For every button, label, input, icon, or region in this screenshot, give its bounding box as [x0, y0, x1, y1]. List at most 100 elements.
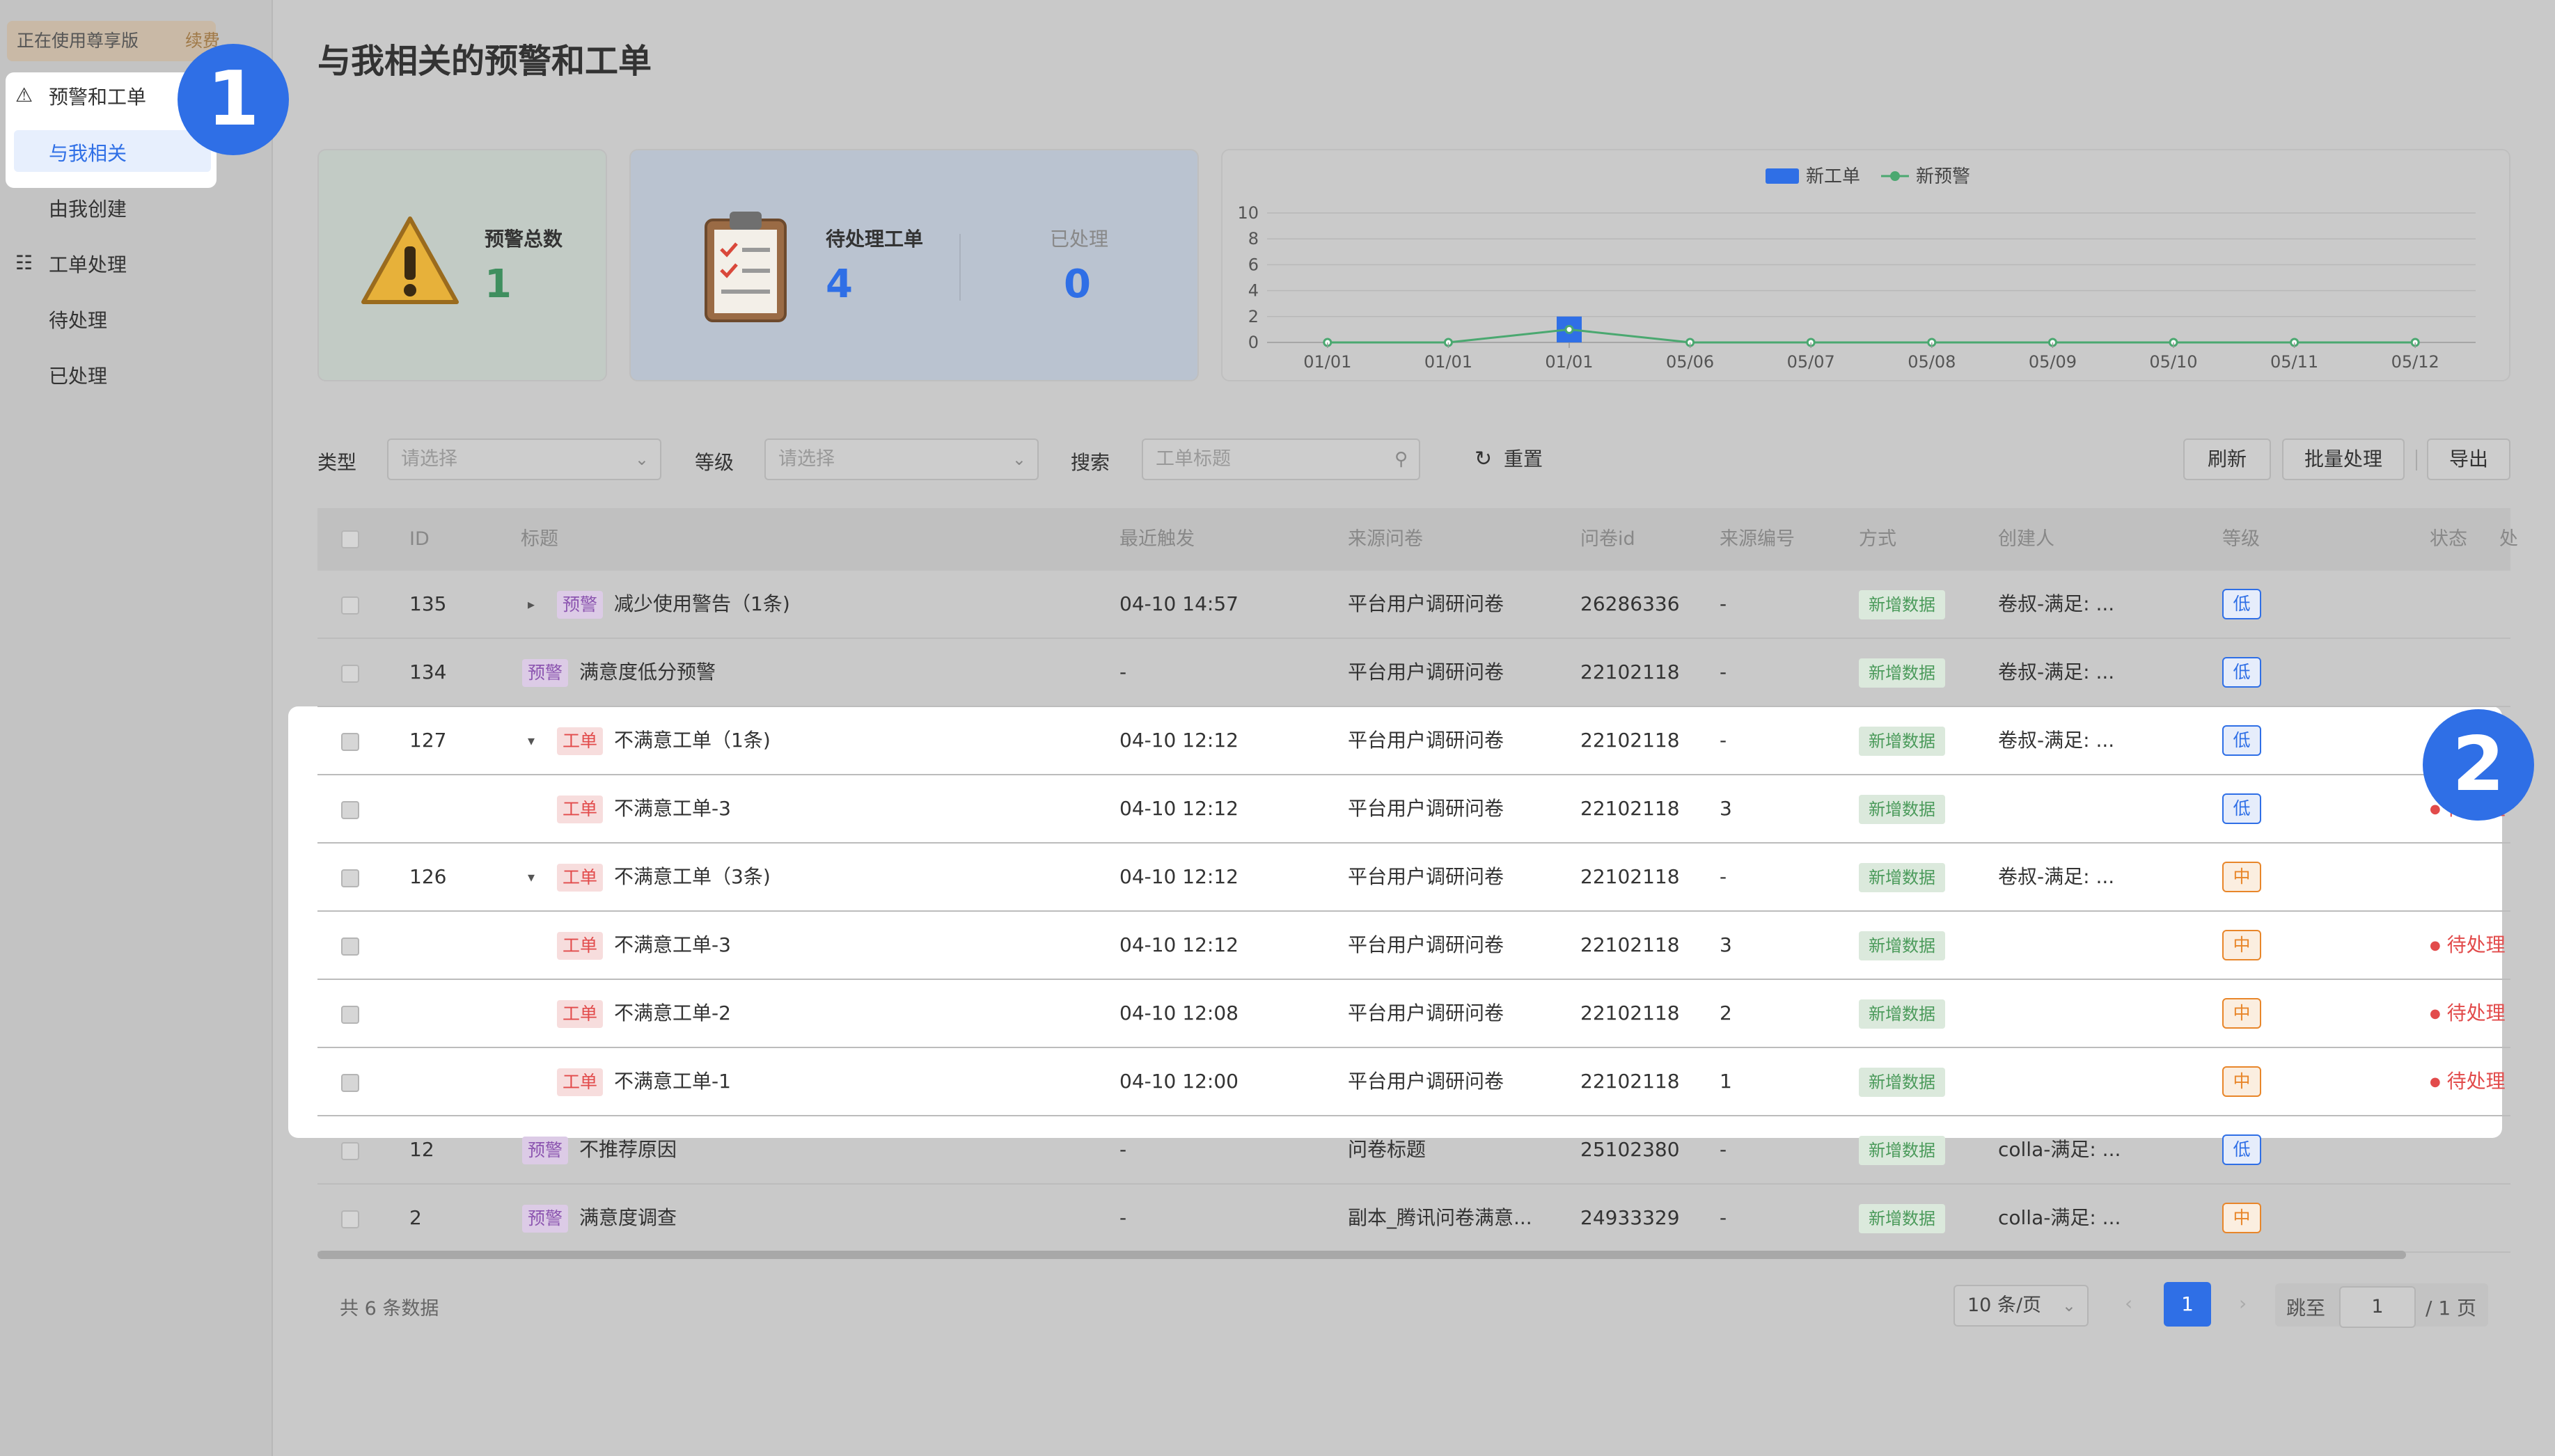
cell-source-no: 1 [1720, 1070, 1732, 1093]
col-survey-id: 问卷id [1580, 528, 1635, 550]
title-text: 满意度调查 [579, 1206, 677, 1229]
table-row[interactable]: 12 预警 不推荐原因 - 问卷标题 25102380 - 新增数据 colla-满足: ...… [317, 1116, 2510, 1185]
type-select-placeholder: 请选择 [401, 448, 457, 470]
menu-item-done[interactable]: 已处理 [49, 361, 107, 389]
row-checkbox[interactable] [341, 869, 359, 887]
cell-title[interactable]: 预警 满意度低分预警 [522, 639, 716, 706]
next-page-icon[interactable]: › [2239, 1292, 2247, 1315]
caret-down-icon[interactable]: ▾ [528, 707, 535, 774]
menu-item-created[interactable]: 由我创建 [49, 194, 127, 222]
refresh-cycle-icon: ↻ [1475, 447, 1493, 471]
y-tick-label: 6 [1248, 255, 1259, 274]
menu-item-related[interactable]: 与我相关 [49, 139, 127, 166]
way-tag: 新增数据 [1859, 658, 1945, 688]
cell-source-survey: 副本_腾讯问卷满意... [1348, 1206, 1532, 1229]
x-tick-label: 05/06 [1666, 352, 1714, 372]
table-row[interactable]: 工单 不满意工单-3 04-10 12:12 平台用户调研问卷 22102118 3 新增数… [317, 912, 2510, 980]
table-row[interactable]: 工单 不满意工单-2 04-10 12:08 平台用户调研问卷 22102118 2 新增数… [317, 980, 2510, 1048]
pending-orders-label: 待处理工单 [826, 228, 924, 251]
cell-title[interactable]: 预警 减少使用警告（1条) [557, 571, 790, 638]
table-row[interactable]: 127 ▾ 工单 不满意工单（1条) 04-10 12:12 平台用户调研问卷 221021… [317, 707, 2510, 775]
cell-title[interactable]: 工单 不满意工单-3 [557, 775, 731, 842]
clipboard-icon [705, 212, 787, 322]
row-checkbox[interactable] [341, 801, 359, 819]
col-id: ID [409, 528, 430, 550]
row-checkbox[interactable] [341, 733, 359, 751]
refresh-button[interactable]: 刷新 [2183, 438, 2271, 480]
col-source-no: 来源编号 [1720, 528, 1795, 550]
row-checkbox[interactable] [341, 1006, 359, 1024]
search-input[interactable]: 工单标题 ⚲ [1142, 438, 1420, 480]
cell-source-no: 3 [1720, 933, 1732, 956]
caret-down-icon[interactable]: ▾ [528, 844, 535, 910]
edition-label: 正在使用尊享版 [17, 31, 139, 51]
line-new-alert [1327, 328, 2416, 344]
menu-item-pending[interactable]: 待处理 [49, 306, 107, 333]
page-1-button[interactable]: 1 [2164, 1282, 2211, 1327]
cell-source-no: - [1720, 592, 1727, 615]
row-checkbox[interactable] [341, 937, 359, 956]
way-tag: 新增数据 [1859, 863, 1945, 892]
title-text: 减少使用警告（1条) [614, 592, 790, 615]
select-all-checkbox[interactable] [341, 530, 359, 548]
x-tick-label: 01/01 [1545, 352, 1593, 372]
cell-last-trigger: 04-10 12:12 [1119, 865, 1239, 888]
cell-creator: 卷叔-满足: ... [1998, 865, 2115, 888]
legend-bar-swatch [1766, 168, 1799, 184]
way-tag: 新增数据 [1859, 795, 1945, 824]
status-text: 待处理 [2446, 1002, 2506, 1024]
caret-right-icon[interactable]: ▸ [528, 571, 535, 638]
y-tick-label: 0 [1248, 333, 1259, 352]
type-select[interactable]: 请选择 ⌄ [387, 438, 661, 480]
warning-icon: ⚠ [15, 84, 33, 106]
cell-survey-id: 22102118 [1580, 1070, 1680, 1093]
cell-title[interactable]: 工单 不满意工单（3条) [557, 844, 771, 910]
cell-creator: 卷叔-满足: ... [1998, 592, 2115, 615]
row-checkbox[interactable] [341, 665, 359, 683]
cell-title[interactable]: 工单 不满意工单（1条) [557, 707, 771, 774]
list-icon: ☷ [15, 251, 33, 274]
row-checkbox[interactable] [341, 1142, 359, 1160]
cell-last-trigger: - [1119, 1206, 1127, 1229]
way-tag: 新增数据 [1859, 931, 1945, 960]
done-orders-value: 0 [1064, 262, 1091, 307]
y-tick-label: 4 [1248, 281, 1259, 301]
table-row[interactable]: 126 ▾ 工单 不满意工单（3条) 04-10 12:12 平台用户调研问卷 221021… [317, 844, 2510, 912]
cell-id: 135 [409, 592, 447, 615]
cell-title[interactable]: 工单 不满意工单-2 [557, 980, 731, 1047]
row-checkbox[interactable] [341, 1074, 359, 1092]
line-point [1564, 324, 1574, 334]
level-tag: 低 [2222, 725, 2261, 756]
export-button[interactable]: 导出 [2427, 438, 2510, 480]
cell-title[interactable]: 工单 不满意工单-3 [557, 912, 731, 979]
cell-survey-id: 25102380 [1580, 1138, 1680, 1161]
cell-last-trigger: - [1119, 660, 1127, 683]
reset-button[interactable]: ↻ 重置 [1475, 438, 1543, 480]
alert-total-label: 预警总数 [485, 228, 563, 251]
cell-source-survey: 平台用户调研问卷 [1348, 592, 1504, 615]
level-select[interactable]: 请选择 ⌄ [764, 438, 1039, 480]
prev-page-icon[interactable]: ‹ [2125, 1292, 2132, 1315]
x-tick-label: 05/08 [1908, 352, 1956, 372]
menu-group-orders[interactable]: ☷ 工单处理 [15, 250, 127, 278]
horizontal-scrollbar[interactable] [317, 1251, 2406, 1259]
search-placeholder: 工单标题 [1156, 448, 1231, 470]
cell-title[interactable]: 工单 不满意工单-1 [557, 1048, 731, 1115]
search-icon[interactable]: ⚲ [1394, 440, 1408, 479]
cell-last-trigger: 04-10 12:12 [1119, 797, 1239, 820]
page-size-select[interactable]: 10 条/页 ⌄ [1953, 1285, 2089, 1327]
way-tag: 新增数据 [1859, 1068, 1945, 1097]
table-row[interactable]: 工单 不满意工单-1 04-10 12:00 平台用户调研问卷 22102118 1 新增数… [317, 1048, 2510, 1116]
jump-input[interactable]: 1 [2339, 1286, 2416, 1328]
table-row[interactable]: 134 预警 满意度低分预警 - 平台用户调研问卷 22102118 - 新增数据 卷叔-满足:… [317, 639, 2510, 707]
menu-group-alerts[interactable]: ⚠ 预警和工单 [15, 82, 146, 110]
batch-process-button[interactable]: 批量处理 [2282, 438, 2405, 480]
table-row[interactable]: 工单 不满意工单-3 04-10 12:12 平台用户调研问卷 22102118 3 新增数… [317, 775, 2510, 844]
table-row[interactable]: 2 预警 满意度调查 - 副本_腾讯问卷满意... 24933329 - 新增数据 colla-… [317, 1185, 2510, 1253]
chevron-down-icon: ⌄ [1012, 450, 1026, 469]
cell-title[interactable]: 预警 满意度调查 [522, 1185, 677, 1251]
cell-title[interactable]: 预警 不推荐原因 [522, 1116, 677, 1183]
table-row[interactable]: 135 ▸ 预警 减少使用警告（1条) 04-10 14:57 平台用户调研问卷 26286… [317, 571, 2510, 639]
row-checkbox[interactable] [341, 1210, 359, 1228]
row-checkbox[interactable] [341, 596, 359, 615]
